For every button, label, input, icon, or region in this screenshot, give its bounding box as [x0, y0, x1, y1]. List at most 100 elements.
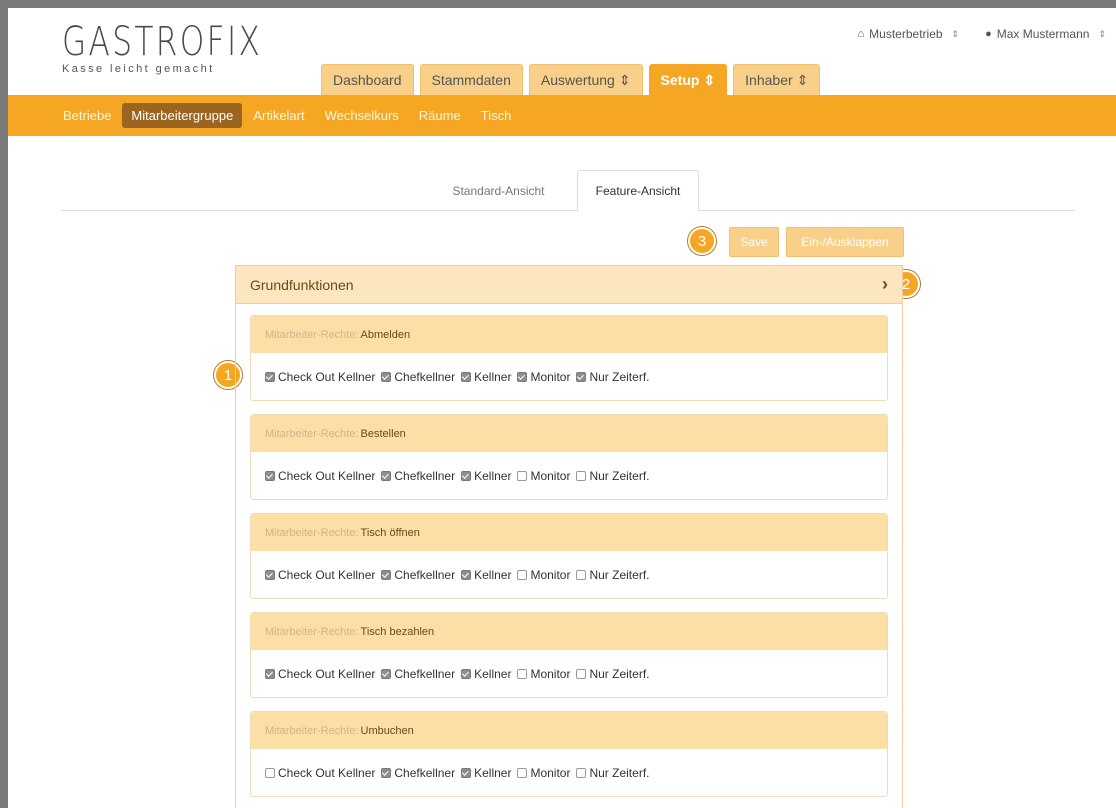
checkbox[interactable]	[517, 768, 528, 778]
cb-nur-zeiterf[interactable]: Nur Zeiterf.	[576, 667, 649, 681]
checkbox[interactable]	[576, 768, 587, 778]
tab-stammdaten[interactable]: Stammdaten	[419, 64, 523, 95]
chevron-right-icon[interactable]: ›	[882, 274, 888, 295]
cb-monitor[interactable]: Monitor	[517, 370, 570, 384]
save-button[interactable]: Save	[729, 227, 779, 257]
checkbox[interactable]	[381, 372, 392, 382]
business-selector[interactable]: ⌂ Musterbetrieb ⇕	[858, 27, 960, 41]
cb-chefkellner[interactable]: Chefkellner	[381, 568, 455, 582]
checkbox[interactable]	[576, 471, 587, 481]
checkbox-label: Kellner	[474, 667, 512, 681]
cb-nur-zeiterf[interactable]: Nur Zeiterf.	[576, 568, 649, 582]
checkbox-label: Chefkellner	[394, 766, 456, 780]
checkbox[interactable]	[576, 570, 587, 580]
checkbox-label: Check Out Kellner	[278, 667, 376, 681]
cb-check-out-kellner[interactable]: Check Out Kellner	[265, 766, 375, 780]
cb-monitor[interactable]: Monitor	[517, 568, 570, 582]
tab-standard-view[interactable]: Standard-Ansicht	[438, 170, 559, 211]
user-icon: ●	[985, 28, 992, 40]
checkbox[interactable]	[265, 471, 275, 481]
cb-check-out-kellner[interactable]: Check Out Kellner	[265, 469, 375, 483]
brand-logo[interactable]: GASTROFIX Kasse leicht gemacht	[62, 22, 319, 75]
subnav-betriebe[interactable]: Betriebe	[54, 103, 120, 128]
card-header: Mitarbeiter-Rechte: Bestellen	[251, 415, 887, 452]
cb-nur-zeiterf[interactable]: Nur Zeiterf.	[576, 370, 649, 384]
user-menu[interactable]: ● Max Mustermann ⇕	[985, 27, 1106, 41]
cb-monitor[interactable]: Monitor	[517, 469, 570, 483]
cb-chefkellner[interactable]: Chefkellner	[381, 370, 455, 384]
checkbox[interactable]	[265, 372, 275, 382]
checkbox[interactable]	[381, 471, 392, 481]
sub-navigation: Betriebe Mitarbeitergruppe Artikelart We…	[8, 95, 1116, 136]
subnav-tisch[interactable]: Tisch	[472, 103, 521, 128]
cb-kellner[interactable]: Kellner	[461, 568, 511, 582]
tab-label: Stammdaten	[431, 72, 511, 88]
checkbox[interactable]	[517, 471, 528, 481]
cb-monitor[interactable]: Monitor	[517, 766, 570, 780]
checkbox[interactable]	[517, 669, 528, 679]
checkbox[interactable]	[381, 570, 392, 580]
tab-auswertung[interactable]: Auswertung ⇕	[528, 64, 643, 95]
checkbox[interactable]	[461, 669, 472, 679]
subnav-mitarbeitergruppe[interactable]: Mitarbeitergruppe	[122, 103, 243, 128]
checkbox[interactable]	[381, 768, 392, 778]
cb-kellner[interactable]: Kellner	[461, 766, 511, 780]
subnav-wechselkurs[interactable]: Wechselkurs	[316, 103, 408, 128]
view-tabs: Standard-Ansicht Feature-Ansicht	[61, 170, 1075, 212]
checkbox[interactable]	[461, 372, 472, 382]
checkbox[interactable]	[576, 372, 587, 382]
checkbox[interactable]	[461, 570, 472, 580]
checkbox[interactable]	[265, 669, 275, 679]
app-frame: GASTROFIX Kasse leicht gemacht ⌂ Musterb…	[0, 0, 1116, 808]
cb-check-out-kellner[interactable]: Check Out Kellner	[265, 370, 375, 384]
tab-feature-view[interactable]: Feature-Ansicht	[577, 170, 699, 212]
expand-collapse-button[interactable]: Ein-/Ausklappen	[786, 227, 904, 257]
subnav-raeume[interactable]: Räume	[410, 103, 470, 128]
card-title: Abmelden	[360, 328, 411, 341]
tab-dashboard[interactable]: Dashboard	[321, 64, 414, 95]
cb-monitor[interactable]: Monitor	[517, 667, 570, 681]
cb-chefkellner[interactable]: Chefkellner	[381, 766, 455, 780]
card-prefix: Mitarbeiter-Rechte:	[265, 724, 359, 737]
cb-check-out-kellner[interactable]: Check Out Kellner	[265, 667, 375, 681]
checkbox[interactable]	[461, 471, 472, 481]
cb-kellner[interactable]: Kellner	[461, 667, 511, 681]
checkbox-label: Chefkellner	[394, 667, 456, 681]
tab-label: Auswertung	[540, 72, 615, 88]
checkbox[interactable]	[265, 570, 275, 580]
grundfunktionen-panel: Grundfunktionen › Mitarbeiter-Rechte: Abm…	[235, 265, 903, 808]
permission-card: Mitarbeiter-Rechte: Tisch öffnen Check Out…	[250, 513, 888, 599]
cb-nur-zeiterf[interactable]: Nur Zeiterf.	[576, 469, 649, 483]
subnav-artikelart[interactable]: Artikelart	[244, 103, 313, 128]
checkbox[interactable]	[517, 570, 528, 580]
card-header: Mitarbeiter-Rechte: Umbuchen	[251, 712, 887, 749]
tab-setup[interactable]: Setup ⇕	[648, 64, 728, 95]
cb-chefkellner[interactable]: Chefkellner	[381, 667, 455, 681]
checkbox-label: Nur Zeiterf.	[589, 766, 650, 780]
checkbox[interactable]	[517, 372, 528, 382]
sort-icon: ⇕	[951, 28, 960, 39]
card-prefix: Mitarbeiter-Rechte:	[265, 526, 359, 539]
checkbox[interactable]	[265, 768, 275, 778]
step-badge-3: 3	[688, 227, 716, 255]
business-name: Musterbetrieb	[869, 27, 943, 41]
card-title: Tisch bezahlen	[360, 625, 435, 638]
card-options: Check Out Kellner Chefkellner Kellner Monit…	[251, 353, 887, 401]
checkbox-label: Kellner	[474, 370, 512, 384]
card-prefix: Mitarbeiter-Rechte:	[265, 625, 359, 638]
cb-chefkellner[interactable]: Chefkellner	[381, 469, 455, 483]
cb-nur-zeiterf[interactable]: Nur Zeiterf.	[576, 766, 649, 780]
panel-header[interactable]: Grundfunktionen	[236, 266, 902, 304]
permission-card: Mitarbeiter-Rechte: Umbuchen Check Out Kel…	[250, 711, 888, 797]
checkbox-label: Kellner	[474, 568, 512, 582]
home-icon: ⌂	[857, 28, 865, 40]
checkbox-label: Monitor	[530, 469, 571, 483]
checkbox[interactable]	[576, 669, 587, 679]
cb-kellner[interactable]: Kellner	[461, 469, 511, 483]
checkbox[interactable]	[381, 669, 392, 679]
cb-check-out-kellner[interactable]: Check Out Kellner	[265, 568, 375, 582]
tab-inhaber[interactable]: Inhaber ⇕	[733, 64, 821, 95]
checkbox[interactable]	[461, 768, 472, 778]
cb-kellner[interactable]: Kellner	[461, 370, 511, 384]
checkbox-label: Monitor	[530, 667, 571, 681]
